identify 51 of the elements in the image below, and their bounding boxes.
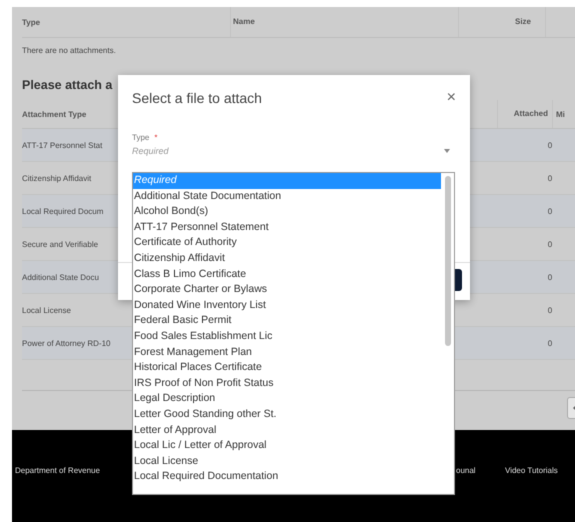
table-cell: Local License — [22, 306, 71, 314]
dropdown-option[interactable]: Citizenship Affidavit — [133, 250, 441, 267]
column-header: Name — [230, 7, 458, 37]
column-header: Type — [22, 18, 42, 26]
dropdown-option[interactable]: Corporate Charter or Bylaws — [133, 282, 441, 298]
dropdown-option[interactable]: Additional State Documentation — [133, 188, 441, 204]
table-cell: Secure and Verifiable — [22, 240, 98, 248]
table-cell-text: 0 — [546, 140, 554, 150]
column-header: Mi — [555, 110, 565, 118]
column-header: Attachment Type — [22, 110, 88, 118]
table-cell-text: 0 — [546, 240, 554, 248]
dialog-title: Select a file to attach — [132, 90, 262, 106]
type-select[interactable]: Required — [132, 146, 444, 156]
dropdown-option[interactable]: Alcohol Bond(s) — [133, 204, 441, 220]
close-button[interactable]: × — [446, 89, 456, 107]
table-cell-text: 0 — [546, 338, 554, 348]
table-cell-text: 0 — [546, 206, 554, 216]
footer-link[interactable]: Video Tutorials — [505, 466, 558, 475]
column-header: Attached — [497, 100, 553, 128]
column-header: Size — [458, 7, 546, 37]
dropdown-option[interactable]: Historical Places Certificate — [133, 360, 441, 376]
dropdown-option[interactable]: Donated Wine Inventory List — [133, 298, 441, 314]
dropdown-option[interactable]: Food Sales Establishment Lic — [133, 328, 441, 345]
field-label: Type — [132, 133, 150, 142]
section-heading: Please attach a — [22, 78, 112, 92]
dropdown-option[interactable]: Certificate of Authority — [133, 235, 441, 251]
scrollbar[interactable] — [445, 176, 451, 346]
caret-icon — [444, 149, 450, 153]
dropdown-option[interactable]: Local Lic / Letter of Approval — [133, 438, 441, 454]
footer-link[interactable]: Department of Revenue — [15, 466, 100, 475]
dropdown-option[interactable]: Class B Limo Certificate — [133, 266, 441, 282]
table-cell: ATT-17 Personnel Stat — [22, 140, 102, 150]
footer-link[interactable]: ounal — [456, 466, 476, 475]
table-cell: Local Required Docum — [22, 206, 104, 216]
dropdown-option[interactable]: Local Required Documentation — [133, 469, 441, 485]
table-cell: Power of Attorney RD-10 — [22, 338, 110, 348]
table-cell-text: 0 — [546, 306, 554, 314]
dropdown-option[interactable]: Legal Description — [133, 391, 441, 407]
required-mark: * — [154, 133, 158, 142]
table-cell-text: 0 — [546, 174, 554, 182]
table-cell: Citizenship Affidavit — [22, 174, 92, 182]
dropdown-option[interactable]: ATT-17 Personnel Statement — [133, 220, 441, 236]
dropdown-option[interactable]: Local License — [133, 454, 441, 470]
dropdown-option[interactable]: Forest Management Plan — [133, 344, 441, 360]
dropdown-option[interactable]: Letter of Approval — [133, 422, 441, 438]
dropdown-option[interactable]: IRS Proof of Non Profit Status — [133, 376, 441, 392]
empty-message: There are no attachments. — [22, 45, 117, 57]
table-cell: Additional State Docu — [22, 272, 99, 282]
dropdown-option[interactable]: Federal Basic Permit — [133, 313, 441, 329]
dropdown-option[interactable]: Letter Good Standing other St. — [133, 406, 441, 422]
table-cell-text: 0 — [546, 272, 554, 282]
